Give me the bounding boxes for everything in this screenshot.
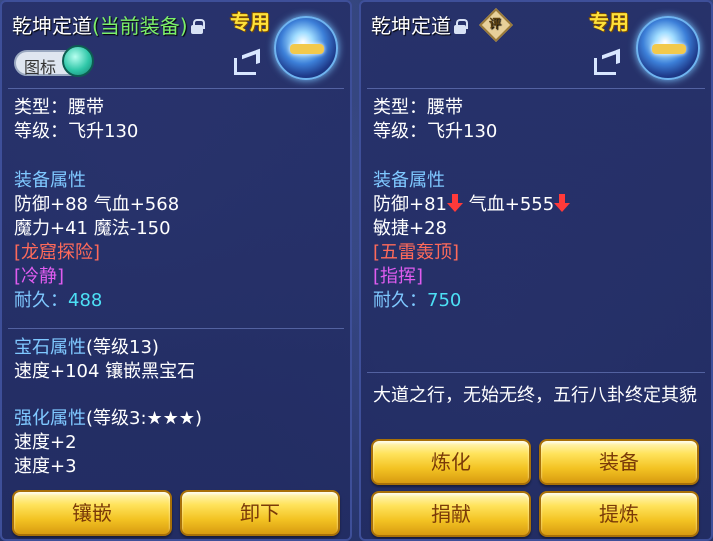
special-effect: [指挥]	[373, 266, 424, 287]
durability-label: 耐久：	[14, 290, 68, 311]
divider	[8, 88, 344, 89]
toggle-knob[interactable]	[62, 45, 94, 77]
enhance-attributes: 强化属性(等级3:★★★) 速度+2 速度+3	[14, 407, 202, 479]
special-skill: [龙窟探险]	[14, 242, 101, 263]
item-name: 乾坤定道	[12, 14, 92, 38]
item-details: 类型：腰带 等级：飞升130	[14, 96, 138, 144]
gem-line: 速度+104 镶嵌黑宝石	[14, 361, 196, 382]
current-equip-tag: (当前装备)	[92, 14, 188, 38]
item-belt-icon	[274, 16, 338, 80]
donate-button[interactable]: 捐献	[371, 491, 531, 537]
refine-button[interactable]: 炼化	[371, 439, 531, 485]
equip-attr-header: 装备属性	[14, 170, 86, 191]
item-details: 类型：腰带 等级：飞升130	[373, 96, 497, 144]
item-type: 类型：腰带	[14, 97, 104, 118]
item-level: 等级：飞升130	[373, 121, 498, 142]
share-icon[interactable]	[594, 48, 622, 76]
exclusive-tag: 专用	[589, 10, 629, 34]
down-arrow-icon	[447, 194, 463, 212]
equip-attributes: 装备属性 防御+81 气血+555 敏捷+28 [五雷轰顶] [指挥] 耐久：7…	[373, 169, 571, 313]
icon-toggle[interactable]: 图标	[14, 45, 94, 78]
toggle-label: 图标	[24, 58, 57, 77]
item-level: 等级：飞升130	[14, 121, 139, 142]
attr-line: 魔力+41 魔法-150	[14, 218, 171, 239]
durability-value: 750	[427, 290, 462, 311]
enhance-level: (等级3:★★★)	[86, 408, 202, 429]
compare-equipment-panel: 乾坤定道 评 专用 类型：腰带 等级：飞升130 装备属性 防御+81 气血+55…	[359, 0, 713, 541]
lock-icon	[190, 19, 205, 34]
divider	[367, 372, 705, 373]
item-title: 乾坤定道(当前装备)	[12, 10, 205, 39]
special-skill: [五雷轰顶]	[373, 242, 460, 263]
durability-value: 488	[68, 290, 103, 311]
item-description: 大道之行，无始无终，五行八卦终定其貌	[373, 385, 697, 406]
attr-line: 敏捷+28	[373, 218, 447, 239]
item-type: 类型：腰带	[373, 97, 463, 118]
enhance-line: 速度+2	[14, 432, 77, 453]
enhance-header: 强化属性	[14, 408, 86, 429]
equip-attr-header: 装备属性	[373, 170, 445, 191]
extract-button[interactable]: 提炼	[539, 491, 699, 537]
special-effect: [冷静]	[14, 266, 65, 287]
lock-icon	[454, 19, 468, 34]
enhance-line: 速度+3	[14, 456, 77, 477]
share-icon[interactable]	[234, 48, 262, 76]
gem-attributes: 宝石属性(等级13) 速度+104 镶嵌黑宝石	[14, 336, 195, 384]
divider	[367, 88, 705, 89]
durability: 耐久：750	[373, 289, 570, 313]
exclusive-tag: 专用	[230, 10, 270, 34]
down-arrow-icon	[554, 194, 571, 212]
divider	[8, 328, 344, 329]
current-equipment-panel: 乾坤定道(当前装备) 专用 图标 类型：腰带 等级：飞升130 装备属性 防御+…	[0, 0, 352, 541]
unequip-button[interactable]: 卸下	[180, 490, 340, 536]
equip-attributes: 装备属性 防御+88 气血+568 魔力+41 魔法-150 [龙窟探险] [冷…	[14, 169, 179, 313]
item-belt-icon	[636, 16, 700, 80]
inlay-button[interactable]: 镶嵌	[12, 490, 172, 536]
durability: 耐久：488	[14, 289, 179, 313]
gem-header: 宝石属性	[14, 337, 86, 358]
gem-level: (等级13)	[86, 337, 159, 358]
durability-label: 耐久：	[373, 290, 427, 311]
attr-line: 防御+81 气血+555	[373, 193, 571, 217]
rate-badge-icon[interactable]: 评	[479, 8, 513, 42]
item-name: 乾坤定道	[371, 14, 451, 38]
item-title: 乾坤定道 评	[371, 8, 513, 42]
attr-hp: 气血+555	[468, 194, 555, 215]
attr-line: 防御+88 气血+568	[14, 194, 180, 215]
equip-button[interactable]: 装备	[539, 439, 699, 485]
attr-defense: 防御+81	[373, 194, 447, 215]
